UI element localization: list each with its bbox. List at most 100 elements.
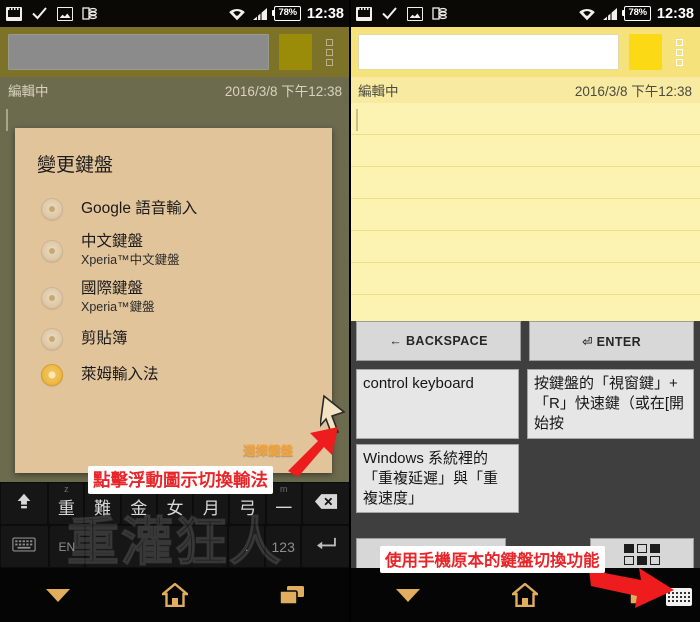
film-strip-icon <box>356 6 372 21</box>
key-backspace[interactable] <box>302 483 350 524</box>
annotation-callout-left: 點擊浮動圖示切換輸法 <box>88 466 273 494</box>
key-shift[interactable] <box>1 483 48 524</box>
radio-button-icon[interactable] <box>41 286 63 309</box>
key-main-label: 弓 <box>238 499 256 518</box>
wifi-icon <box>228 7 246 21</box>
radio-button-icon[interactable] <box>41 364 63 387</box>
dialog-option-international-keyboard[interactable]: 國際鍵盤 Xperia™鍵盤 <box>15 274 332 321</box>
checkmark-icon <box>381 6 398 21</box>
radio-button-icon[interactable] <box>41 198 63 220</box>
note-body-right[interactable] <box>350 103 700 321</box>
status-system-icons: 78% 12:38 <box>578 6 694 22</box>
key-main-label: 金 <box>130 499 148 518</box>
option-sublabel: Xperia™中文鍵盤 <box>81 253 180 268</box>
option-label: Google 語音輸入 <box>81 199 198 217</box>
nav-back-right[interactable] <box>350 588 467 603</box>
battery-indicator: 78% <box>622 6 651 21</box>
nav-bar-left <box>0 568 350 622</box>
dialog-option-google-voice[interactable]: Google 語音輸入 <box>15 191 332 227</box>
enter-icon <box>314 536 337 558</box>
clipboard-card-row-1: control keyboard 按鍵盤的「視窗鍵」+「R」快速鍵（或在[開始按 <box>356 369 694 439</box>
wifi-icon <box>578 7 596 21</box>
picture-icon <box>407 6 423 21</box>
recent-apps-icon <box>278 585 305 606</box>
dialog-option-clipboard[interactable]: 剪貼簿 <box>15 321 332 357</box>
key-lang-label: EN <box>58 539 76 554</box>
radio-button-icon[interactable] <box>41 239 63 262</box>
note-color-swatch-right[interactable] <box>629 34 662 70</box>
status-notification-icons <box>356 6 447 21</box>
annotation-select-keyboard: 選擇鍵盤 <box>243 444 294 458</box>
nav-home-left[interactable] <box>117 582 234 608</box>
backspace-icon <box>314 493 338 515</box>
key-keyboard-switch[interactable] <box>1 526 48 567</box>
status-system-icons: 78% 12:38 <box>228 6 344 22</box>
option-sublabel: Xperia™鍵盤 <box>81 300 155 315</box>
key-main-label: 女 <box>166 499 184 518</box>
option-label: 中文鍵盤 <box>81 233 144 250</box>
ime-control-buttons: ← BACKSPACE ⏎ ENTER <box>350 321 700 361</box>
backspace-button[interactable]: ← BACKSPACE <box>356 321 521 361</box>
key-main-label: 一 <box>275 499 293 518</box>
dialog-option-lime-ime[interactable]: 萊姆輸入法 <box>15 357 332 393</box>
status-bar-right: 78% 12:38 <box>350 0 700 27</box>
note-timestamp-left: 2016/3/8 下午12:38 <box>224 84 342 99</box>
keyboard-icon <box>12 536 36 558</box>
note-meta-right: 編輯中 2016/3/8 下午12:38 <box>350 77 700 103</box>
overflow-menu-right[interactable] <box>666 34 692 70</box>
text-caret-right <box>356 109 358 131</box>
key-numbers[interactable]: 123 <box>265 526 301 567</box>
key-period-label: . <box>245 539 249 554</box>
keyboard-grid-icon <box>624 543 660 565</box>
note-color-swatch-left[interactable] <box>279 34 312 70</box>
status-notification-icons <box>6 6 97 21</box>
note-toolbar-left <box>0 27 350 77</box>
key-enter[interactable] <box>302 526 349 567</box>
stacked-cards-icon <box>432 6 447 21</box>
note-meta-left: 編輯中 2016/3/8 下午12:38 <box>0 77 350 103</box>
keyboard-row-2: EN . 123 <box>0 525 350 568</box>
clipboard-card[interactable]: Windows 系統裡的「重複延遲」與「重複速度」 <box>356 444 519 514</box>
key-space[interactable] <box>86 526 228 567</box>
checkmark-icon <box>31 6 48 21</box>
nav-back-left[interactable] <box>0 588 117 603</box>
key-main-label: 重 <box>57 499 75 518</box>
status-bar-left: 78% 12:38 <box>0 0 350 27</box>
note-title-input-right[interactable] <box>358 34 619 70</box>
right-phone-screen: 78% 12:38 編輯中 2016/3/8 下午12:38 ← BACKSPA… <box>350 0 700 622</box>
change-keyboard-dialog[interactable]: 變更鍵盤 Google 語音輸入 中文鍵盤 Xperia™中文鍵盤 國際鍵盤 X <box>15 128 332 473</box>
note-status-right: 編輯中 <box>358 84 399 99</box>
dual-screenshot: 78% 12:38 編輯中 2016/3/8 下午12:38 z 重 難 金 女… <box>0 0 700 622</box>
annotation-arrow-left <box>288 425 348 477</box>
radio-button-icon[interactable] <box>41 328 63 351</box>
clipboard-card-list: control keyboard 按鍵盤的「視窗鍵」+「R」快速鍵（或在[開始按… <box>356 369 694 514</box>
key-main-label: 難 <box>94 499 112 518</box>
overflow-menu-left[interactable] <box>316 34 342 70</box>
clipboard-card[interactable]: 按鍵盤的「視窗鍵」+「R」快速鍵（或在[開始按 <box>527 369 694 439</box>
onscreen-keyboard-left[interactable]: z重 x難 c金 v女 b月 n弓 m一 <box>0 482 350 568</box>
key-period[interactable]: . <box>229 526 264 567</box>
home-icon <box>159 582 191 608</box>
nav-recent-left[interactable] <box>233 585 350 606</box>
note-toolbar-right <box>350 27 700 77</box>
enter-button[interactable]: ⏎ ENTER <box>529 321 694 361</box>
note-status-left: 編輯中 <box>8 84 49 99</box>
text-caret-left <box>6 109 8 131</box>
status-clock: 12:38 <box>656 5 694 22</box>
option-label: 剪貼簿 <box>81 329 128 347</box>
key-z[interactable]: z重 <box>49 483 84 524</box>
dialog-title: 變更鍵盤 <box>37 155 114 176</box>
key-language[interactable]: EN <box>49 526 85 567</box>
status-clock: 12:38 <box>306 5 344 22</box>
note-title-input-left[interactable] <box>8 34 269 70</box>
clipboard-card[interactable]: control keyboard <box>356 369 519 439</box>
key-num-label: 123 <box>271 538 295 555</box>
nav-home-right[interactable] <box>467 582 584 608</box>
home-icon <box>509 582 541 608</box>
stacked-cards-icon <box>82 6 97 21</box>
picture-icon <box>57 6 73 21</box>
clipboard-card-row-2: Windows 系統裡的「重複延遲」與「重複速度」 <box>356 439 694 514</box>
dialog-option-chinese-keyboard[interactable]: 中文鍵盤 Xperia™中文鍵盤 <box>15 227 332 274</box>
film-strip-icon <box>6 6 22 21</box>
key-alt-label: z <box>64 484 69 494</box>
